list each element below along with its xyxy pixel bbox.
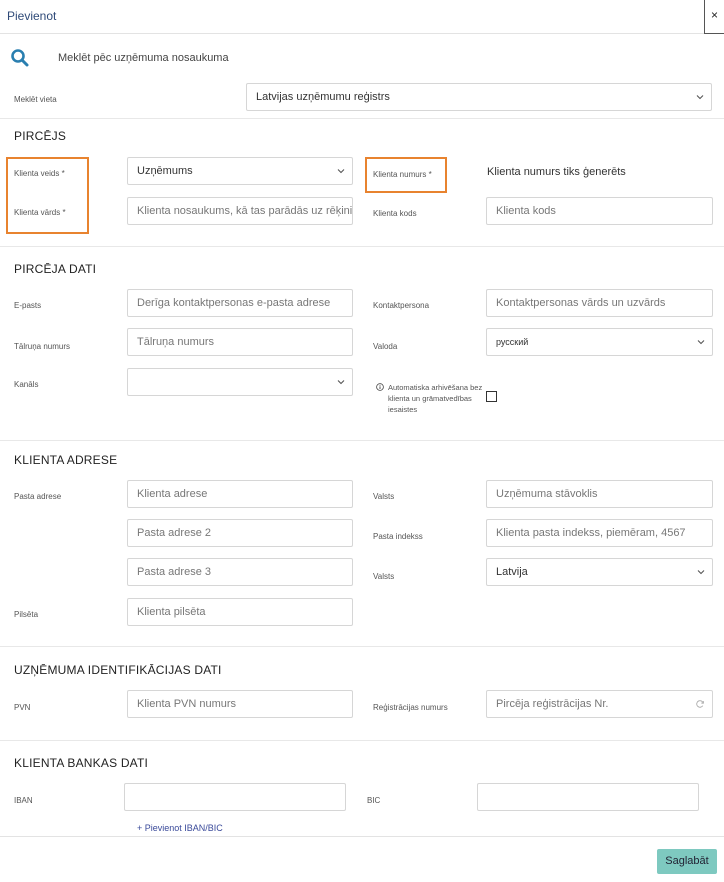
refresh-icon[interactable] <box>695 699 705 709</box>
address-line2-placeholder: Pasta adrese 2 <box>137 527 211 539</box>
address-line3-placeholder: Pasta adrese 3 <box>137 566 211 578</box>
client-code-placeholder: Klienta kods <box>496 205 556 217</box>
client-code-label: Klienta kods <box>373 209 417 218</box>
country-value: Latvija <box>496 566 528 578</box>
bic-input[interactable] <box>477 783 699 811</box>
state-placeholder: Uzņēmuma stāvoklis <box>496 488 598 500</box>
channel-select[interactable] <box>127 368 353 396</box>
postcode-label: Pasta indekss <box>373 532 423 541</box>
channel-label: Kanāls <box>14 380 39 389</box>
address-line1-input[interactable]: Klienta adrese <box>127 480 353 508</box>
contact-person-placeholder: Kontaktpersonas vārds un uzvārds <box>496 297 666 309</box>
postcode-placeholder: Klienta pasta indekss, piemēram, 4567 <box>496 527 686 539</box>
add-iban-bic-link[interactable]: + Pievienot IBAN/BIC <box>137 823 223 833</box>
dialog-header: Pievienot <box>0 0 724 34</box>
country-select[interactable]: Latvija <box>486 558 713 586</box>
client-type-value: Uzņēmums <box>137 165 193 177</box>
registration-number-input[interactable]: Pircēja reģistrācijas Nr. <box>486 690 713 718</box>
vat-placeholder: Klienta PVN numurs <box>137 698 237 710</box>
address-line1-placeholder: Klienta adrese <box>137 488 208 500</box>
divider <box>0 646 724 647</box>
divider <box>0 246 724 247</box>
divider <box>0 118 724 119</box>
postcode-input[interactable]: Klienta pasta indekss, piemēram, 4567 <box>486 519 713 547</box>
country-label: Valsts <box>373 572 395 581</box>
registration-number-label: Reģistrācijas numurs <box>373 703 448 712</box>
company-search[interactable]: Meklēt pēc uzņēmuma nosaukuma <box>10 46 710 70</box>
bic-label: BIC <box>367 796 381 805</box>
divider <box>0 440 724 441</box>
chevron-down-icon <box>697 570 705 575</box>
client-name-input[interactable]: Klienta nosaukums, kā tas parādās uz rēķ… <box>127 197 353 225</box>
chevron-down-icon <box>696 95 704 100</box>
search-label[interactable]: Meklēt pēc uzņēmuma nosaukuma <box>58 52 229 64</box>
state-input[interactable]: Uzņēmuma stāvoklis <box>486 480 713 508</box>
state-label: Valsts <box>373 492 395 501</box>
contact-person-input[interactable]: Kontaktpersonas vārds un uzvārds <box>486 289 713 317</box>
contact-person-label: Kontaktpersona <box>373 301 430 310</box>
city-input[interactable]: Klienta pilsēta <box>127 598 353 626</box>
close-button[interactable]: × <box>704 0 724 34</box>
info-icon <box>376 383 384 391</box>
divider <box>0 740 724 741</box>
search-place-value: Latvijas uzņēmumu reģistrs <box>256 91 390 103</box>
address-line3-input[interactable]: Pasta adrese 3 <box>127 558 353 586</box>
email-placeholder: Derīga kontaktpersonas e-pasta adrese <box>137 297 331 309</box>
chevron-down-icon <box>697 340 705 345</box>
language-select[interactable]: русский <box>486 328 713 356</box>
address-line2-input[interactable]: Pasta adrese 2 <box>127 519 353 547</box>
language-value: русский <box>496 337 529 347</box>
section-title-company-id: UZŅĒMUMA IDENTIFIKĀCIJAS DATI <box>14 663 222 677</box>
auto-archive-checkbox[interactable] <box>486 391 497 402</box>
client-number-value: Klienta numurs tiks ģenerēts <box>487 166 626 178</box>
iban-label: IBAN <box>14 796 33 805</box>
section-title-bank: KLIENTA BANKAS DATI <box>14 756 149 770</box>
phone-placeholder: Tālruņa numurs <box>137 336 215 348</box>
email-input[interactable]: Derīga kontaktpersonas e-pasta adrese <box>127 289 353 317</box>
search-place-label: Meklēt vieta <box>14 95 57 104</box>
email-label: E-pasts <box>14 301 42 310</box>
client-name-placeholder: Klienta nosaukums, kā tas parādās uz rēķ… <box>137 205 353 217</box>
city-label: Pilsēta <box>14 610 39 619</box>
dialog-title: Pievienot <box>7 9 57 23</box>
auto-archive-label: Automatiska arhivēšana bez klienta un gr… <box>388 383 483 414</box>
client-code-input[interactable]: Klienta kods <box>486 197 713 225</box>
save-button[interactable]: Saglabāt <box>657 849 717 874</box>
postal-address-label: Pasta adrese <box>14 492 62 501</box>
language-label: Valoda <box>373 342 398 351</box>
client-type-select[interactable]: Uzņēmums <box>127 157 353 185</box>
section-title-buyer-data: PIRCĒJA DATI <box>14 262 97 276</box>
dialog-footer <box>0 836 724 882</box>
vat-input[interactable]: Klienta PVN numurs <box>127 690 353 718</box>
section-title-address: KLIENTA ADRESE <box>14 453 118 467</box>
client-number-label: Klienta numurs * <box>373 170 432 179</box>
registration-number-placeholder: Pircēja reģistrācijas Nr. <box>496 698 609 710</box>
client-name-label: Klienta vārds * <box>14 208 66 217</box>
section-title-buyer: PIRCĒJS <box>14 129 67 143</box>
phone-input[interactable]: Tālruņa numurs <box>127 328 353 356</box>
city-placeholder: Klienta pilsēta <box>137 606 206 618</box>
vat-label: PVN <box>14 703 31 712</box>
search-place-select[interactable]: Latvijas uzņēmumu reģistrs <box>246 83 712 111</box>
phone-label: Tālruņa numurs <box>14 342 71 351</box>
iban-input[interactable] <box>124 783 346 811</box>
search-icon[interactable] <box>10 48 30 68</box>
client-type-label: Klienta veids * <box>14 169 65 178</box>
chevron-down-icon <box>337 380 345 385</box>
chevron-down-icon <box>337 169 345 174</box>
